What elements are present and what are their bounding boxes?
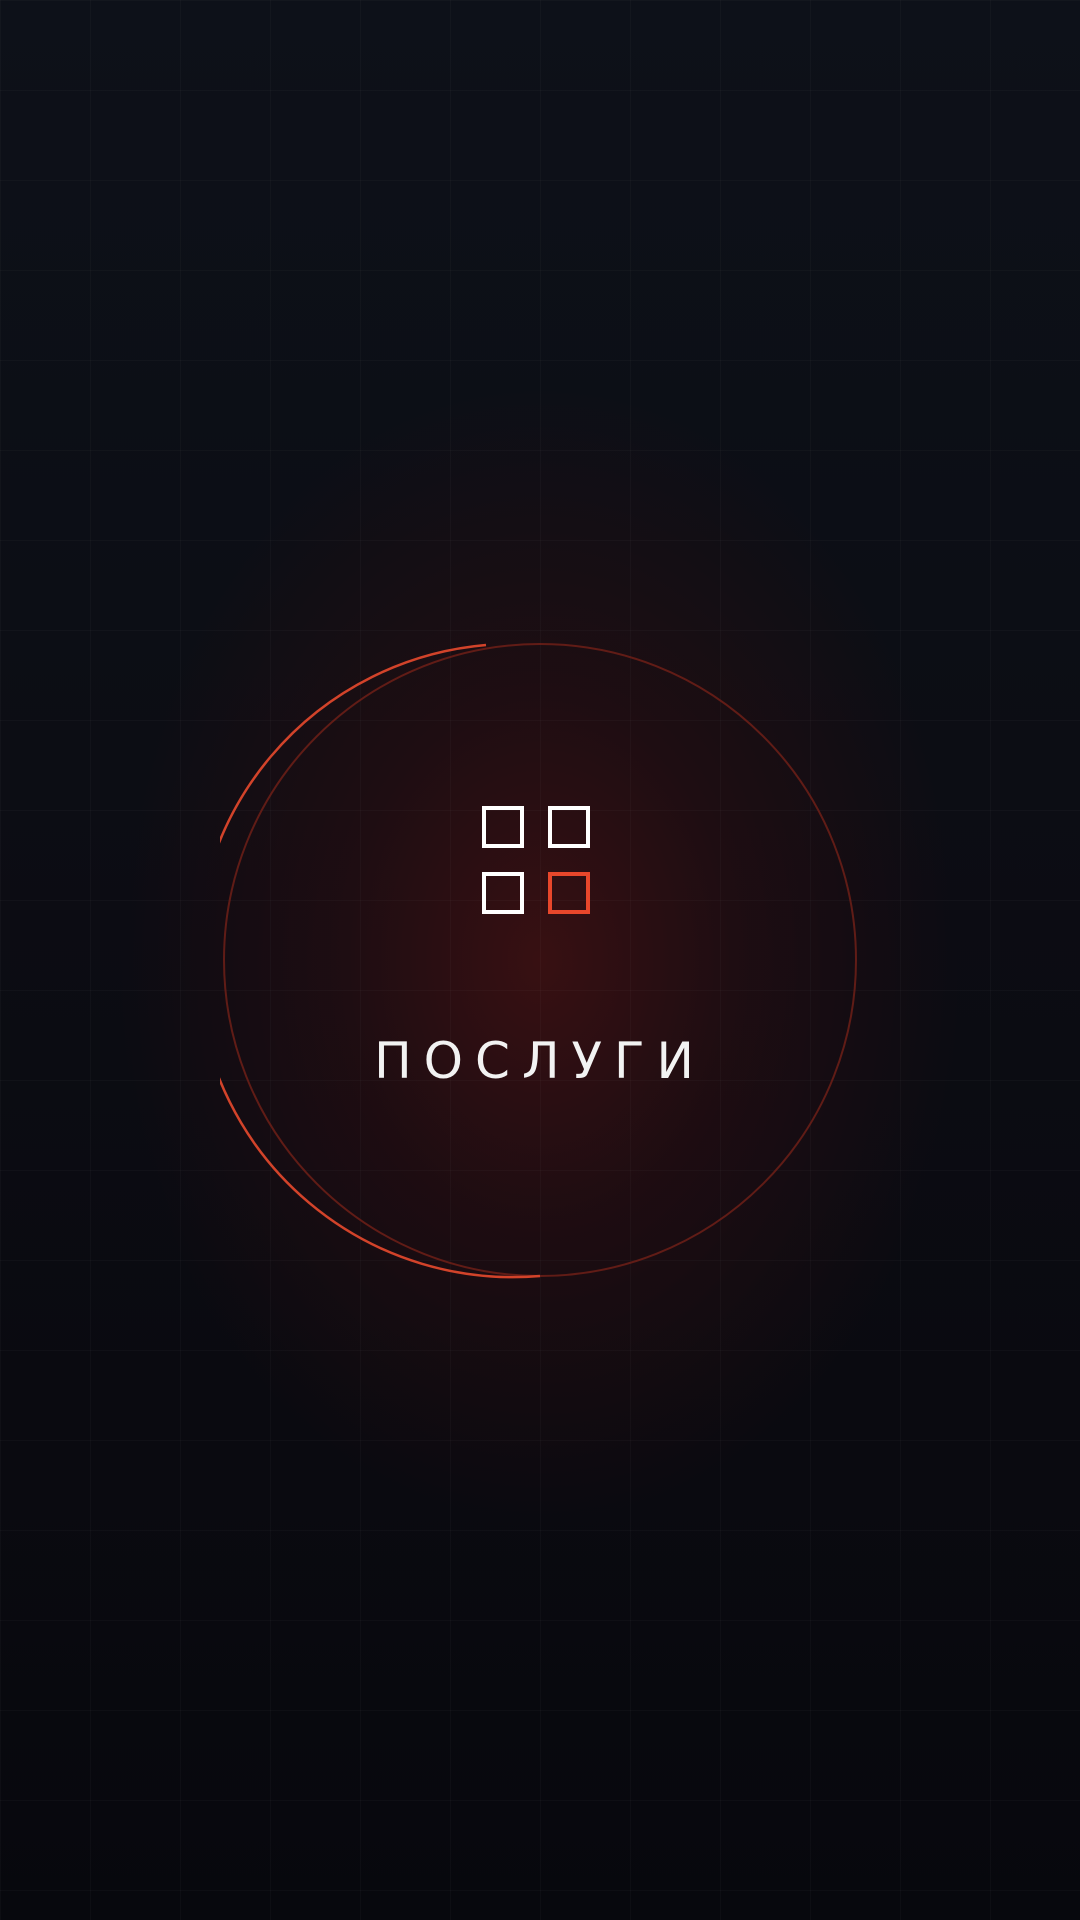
progress-ring <box>220 643 857 1279</box>
screen-title: ПОСЛУГИ <box>374 1032 706 1090</box>
logo-square-bottom-right <box>548 872 590 914</box>
logo-square-top-right <box>548 806 590 848</box>
splash-screen: ПОСЛУГИ <box>0 0 1080 1920</box>
grid-four-squares-icon <box>482 806 598 922</box>
logo-square-top-left <box>482 806 524 848</box>
ring-track <box>223 643 857 1277</box>
logo-square-bottom-left <box>482 872 524 914</box>
ring-highlight-arc <box>220 643 541 1279</box>
